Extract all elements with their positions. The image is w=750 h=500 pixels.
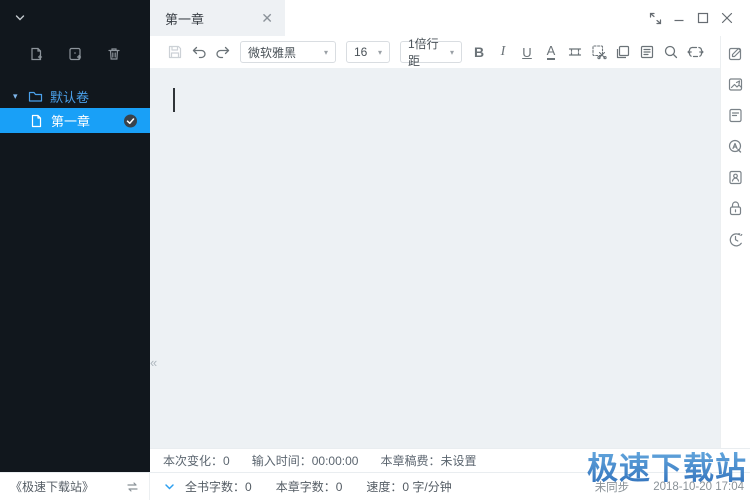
line-spacing-value: 1倍行距 [408,35,442,69]
clear-format-scissors-icon[interactable] [587,40,611,64]
typeset-icon[interactable] [635,40,659,64]
tab-close-icon[interactable]: ✕ [261,11,273,25]
naming-dictionary-icon[interactable] [727,137,745,155]
character-card-icon[interactable] [727,168,745,186]
changes-stat: 本次变化：0 [163,452,230,469]
delete-trash-icon[interactable] [106,46,122,62]
immersive-mode-icon[interactable] [683,40,707,64]
tree-expand-arrow-icon[interactable]: ▾ [13,91,21,102]
chevron-down-icon: ▾ [450,48,454,57]
italic-button[interactable]: I [491,40,515,64]
close-icon[interactable] [720,11,734,25]
minimize-icon[interactable] [672,11,686,25]
book-title-section: 《极速下载站》 [0,473,150,500]
save-icon[interactable] [163,40,187,64]
quick-note-icon[interactable] [727,44,745,62]
tools-rail [720,36,750,448]
app-window: ▾ 默认卷 第一章 第一章 ✕ [0,0,750,500]
sidebar-actions [0,38,150,70]
timestamp: 2018-10-20 17:04 [653,481,744,493]
paragraph-spacing-icon[interactable] [563,40,587,64]
format-toolbar: 微软雅黑 ▾ 16 ▾ 1倍行距 ▾ B I U A [150,36,720,68]
folder-icon [28,90,43,103]
redo-icon[interactable] [211,40,235,64]
font-color-button[interactable]: A [539,40,563,64]
font-family-value: 微软雅黑 [248,44,296,61]
editor-area[interactable]: « [150,68,720,448]
fullscreen-toggle-icon[interactable] [648,11,662,25]
maximize-icon[interactable] [696,11,710,25]
sidebar-collapse-handle[interactable]: « [150,351,162,373]
chapter-label: 第一章 [51,111,90,130]
search-icon[interactable] [659,40,683,64]
chapter-status-bar: 本次变化：0 输入时间：00:00:00 本章稿费：未设置 [150,448,750,472]
text-caret [173,88,175,112]
tab-title: 第一章 [165,9,204,28]
font-size-value: 16 [354,45,367,59]
chevron-down-icon: ▾ [324,48,328,57]
bold-button[interactable]: B [467,40,491,64]
chapter-saved-check-icon [123,113,138,128]
book-title: 《极速下载站》 [10,478,94,495]
document-icon [30,114,43,128]
app-status-bar: 《极速下载站》 全书字数：0 本章字数：0 速度：0 字/分钟 未同步 2018… [0,472,750,500]
new-chapter-icon[interactable] [28,46,44,62]
copy-icon[interactable] [611,40,635,64]
underline-button[interactable]: U [515,40,539,64]
sort-swap-icon[interactable] [126,481,139,493]
chapter-tree: ▾ 默认卷 第一章 [0,84,150,133]
new-volume-icon[interactable] [67,46,83,62]
stats-expand-chevron-icon[interactable] [163,480,176,493]
chapter-words-stat: 本章字数：0 [276,478,343,495]
chevron-down-icon: ▾ [378,48,382,57]
chapter-sidebar: ▾ 默认卷 第一章 [0,0,150,472]
line-spacing-select[interactable]: 1倍行距 ▾ [400,41,462,63]
lock-icon[interactable] [727,199,745,217]
undo-icon[interactable] [187,40,211,64]
tree-chapter-row-selected[interactable]: 第一章 [0,108,150,133]
font-size-select[interactable]: 16 ▾ [346,41,390,63]
sidebar-header [0,0,150,36]
window-controls [648,11,750,25]
total-words-stat: 全书字数：0 [185,478,252,495]
material-image-icon[interactable] [727,75,745,93]
tab-bar: 第一章 ✕ [150,0,750,36]
sync-status[interactable]: 未同步 [595,479,630,495]
timer-clock-icon[interactable] [727,230,745,248]
outline-notes-icon[interactable] [727,106,745,124]
volume-label: 默认卷 [50,87,89,106]
speed-stat: 速度：0 字/分钟 [366,478,451,495]
chapter-fee-stat: 本章稿费：未设置 [380,452,476,469]
tree-volume-row[interactable]: ▾ 默认卷 [0,84,150,108]
book-switch-chevron-icon[interactable] [13,11,27,25]
font-family-select[interactable]: 微软雅黑 ▾ [240,41,336,63]
tab-chapter-1[interactable]: 第一章 ✕ [150,0,285,36]
input-time-stat: 输入时间：00:00:00 [252,452,359,469]
sync-section: 未同步 2018-10-20 17:04 [595,479,750,495]
word-count-stats: 全书字数：0 本章字数：0 速度：0 字/分钟 [185,478,452,495]
